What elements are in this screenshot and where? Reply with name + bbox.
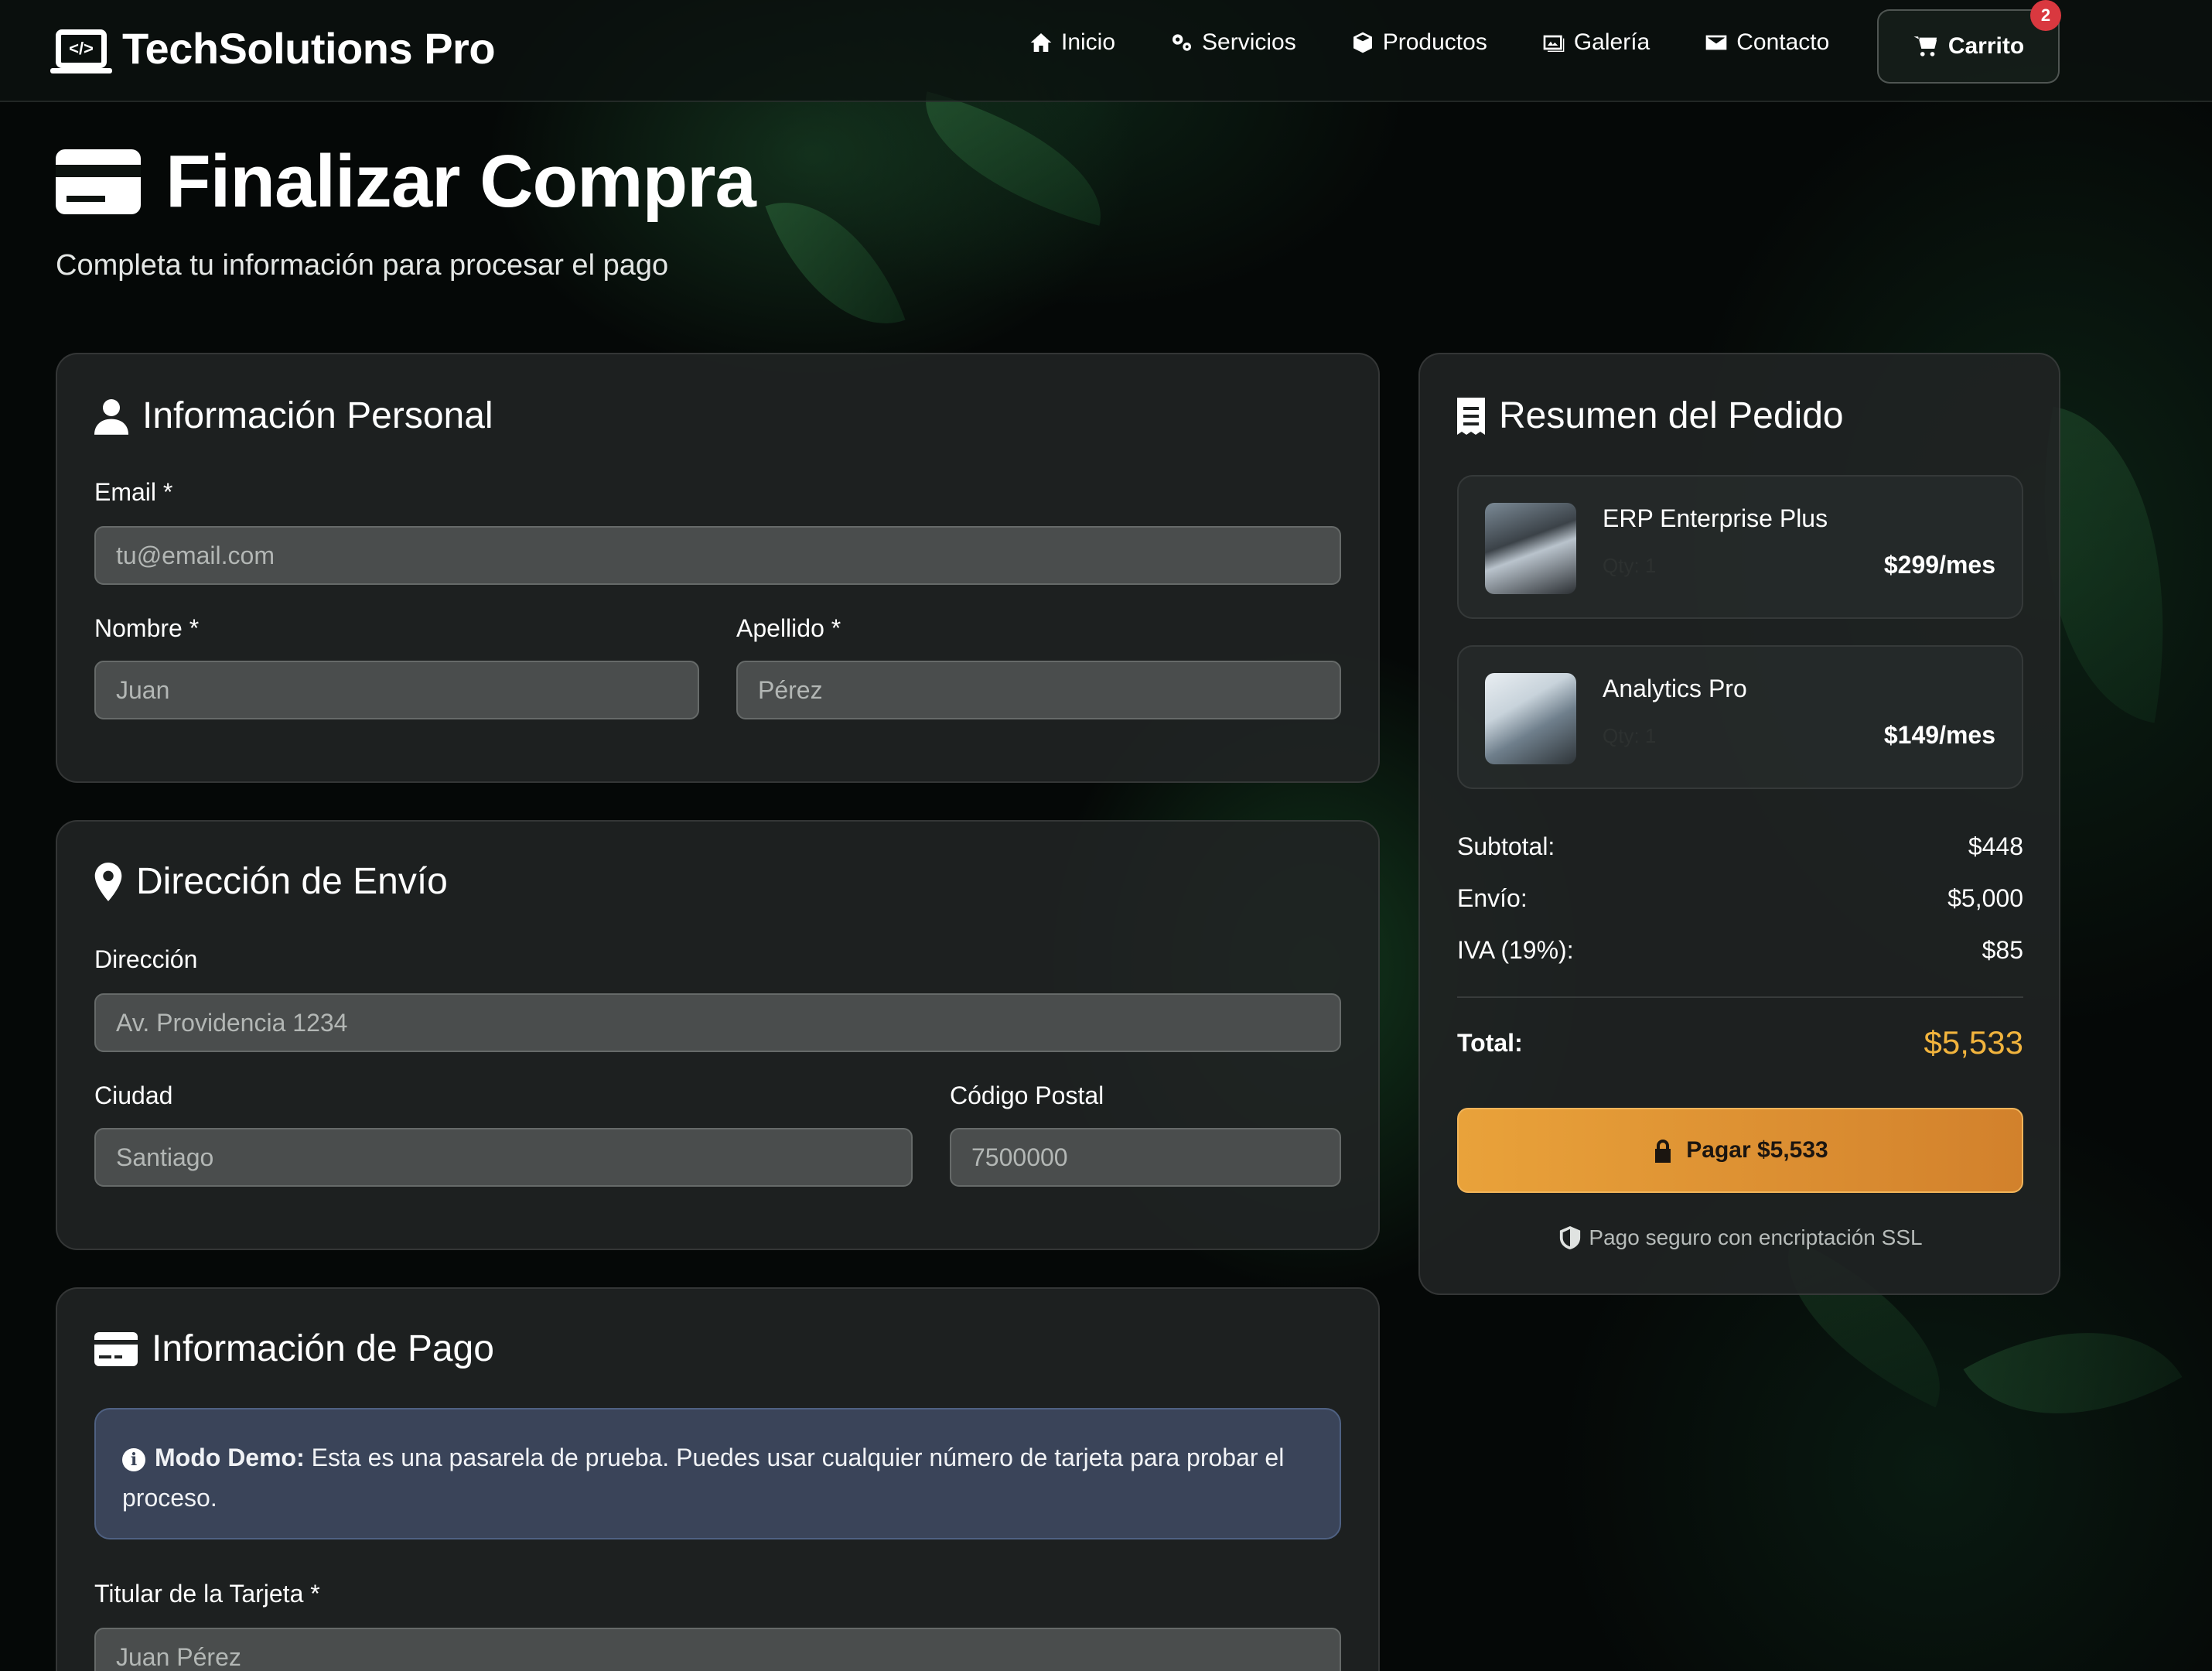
last-name-label: Apellido * [736, 614, 841, 642]
pay-button[interactable]: Pagar $5,533 [1457, 1108, 2023, 1193]
brand-link[interactable]: </> TechSolutions Pro [50, 23, 496, 73]
nav-link-galeria[interactable]: Galería [1541, 29, 1650, 56]
alert-strong: Modo Demo: [155, 1444, 305, 1471]
item-qty: Qty: 1 [1603, 724, 1657, 747]
info-icon: i [122, 1447, 145, 1471]
subtotal-label: Subtotal: [1457, 832, 1555, 860]
subtotal-value: $448 [1968, 832, 2023, 860]
total-label: Total: [1457, 1028, 1523, 1057]
credit-card-icon [94, 1331, 138, 1366]
total-value: $5,533 [1924, 1024, 2023, 1061]
address-label: Dirección [94, 945, 198, 973]
panel-title-text: Resumen del Pedido [1499, 395, 1844, 436]
item-qty: Qty: 1 [1603, 554, 1657, 577]
product-thumbnail [1485, 503, 1576, 594]
cart-label: Carrito [1947, 33, 2025, 59]
nav-links: Inicio Servicios Productos Galería Conta… [1029, 29, 1829, 56]
payment-panel: Información de Pago i Modo Demo: Esta es … [56, 1287, 1380, 1671]
secure-text: Pago seguro con encriptación SSL [1589, 1225, 1923, 1249]
first-name-input[interactable]: Juan [94, 661, 699, 719]
tax-value: $85 [1982, 936, 2023, 964]
zip-input[interactable]: 7500000 [950, 1128, 1341, 1187]
panel-title-text: Dirección de Envío [136, 861, 448, 902]
checkout-page: </> TechSolutions Pro Inicio Servicios P… [0, 0, 2212, 1671]
box-icon [1353, 32, 1372, 53]
page-header: Finalizar Compra [56, 139, 756, 224]
shipping-label: Envío: [1457, 884, 1528, 912]
demo-mode-alert: i Modo Demo: Esta es una pasarela de prue… [94, 1408, 1341, 1539]
shipping-value: $5,000 [1947, 884, 2023, 912]
item-price: $149/mes [1883, 721, 1995, 749]
shipping-row: Envío: $5,000 [1457, 884, 2023, 913]
user-icon [94, 398, 128, 435]
page-subtitle: Completa tu información para procesar el… [56, 249, 669, 282]
order-summary-panel: Resumen del Pedido ERP Enterprise Plus Q… [1418, 353, 2060, 1295]
panel-title: Resumen del Pedido [1457, 395, 1844, 437]
tax-row: IVA (19%): $85 [1457, 936, 2023, 965]
panel-title: Información de Pago [94, 1328, 494, 1370]
cart-count-badge: 2 [2030, 0, 2061, 31]
address-input[interactable]: Av. Providencia 1234 [94, 993, 1341, 1052]
cart-button[interactable]: Carrito 2 [1877, 0, 2061, 84]
shield-icon [1560, 1226, 1581, 1249]
secure-payment-note: Pago seguro con encriptación SSL [1420, 1225, 2062, 1250]
nav-link-label: Inicio [1061, 29, 1116, 55]
map-marker-icon [94, 862, 122, 901]
pay-button-label: Pagar $5,533 [1686, 1137, 1828, 1163]
panel-title-text: Información Personal [142, 395, 493, 436]
nav-link-label: Galería [1573, 29, 1650, 55]
envelope-icon [1705, 35, 1727, 50]
first-name-label: Nombre * [94, 614, 200, 642]
item-name: ERP Enterprise Plus [1603, 504, 1828, 532]
cart-item: ERP Enterprise Plus Qty: 1 $299/mes [1457, 475, 2023, 619]
credit-card-icon [56, 149, 141, 214]
images-icon [1543, 35, 1565, 52]
shipping-panel: Dirección de Envío Dirección Av. Provide… [56, 820, 1380, 1250]
email-label: Email * [94, 478, 173, 506]
home-icon [1030, 33, 1052, 52]
lock-icon [1655, 1140, 1671, 1163]
card-holder-label: Titular de la Tarjeta * [94, 1580, 320, 1608]
subtotal-row: Subtotal: $448 [1457, 832, 2023, 861]
product-thumbnail [1485, 673, 1576, 764]
page-title: Finalizar Compra [166, 140, 756, 223]
laptop-code-icon: </> [50, 29, 112, 73]
tax-label: IVA (19%): [1457, 936, 1574, 964]
nav-link-productos[interactable]: Productos [1350, 29, 1487, 56]
receipt-icon [1457, 397, 1485, 435]
zip-label: Código Postal [950, 1082, 1104, 1109]
panel-title: Información Personal [94, 395, 493, 437]
nav-link-label: Contacto [1736, 29, 1830, 55]
city-label: Ciudad [94, 1082, 173, 1109]
panel-title-text: Información de Pago [152, 1328, 494, 1369]
gears-icon [1173, 34, 1192, 51]
cart-item: Analytics Pro Qty: 1 $149/mes [1457, 645, 2023, 789]
city-input[interactable]: Santiago [94, 1128, 913, 1187]
brand-name: TechSolutions Pro [122, 24, 496, 73]
nav-link-label: Productos [1382, 29, 1487, 55]
nav-link-servicios[interactable]: Servicios [1169, 29, 1296, 56]
card-holder-input[interactable]: Juan Pérez [94, 1628, 1341, 1671]
total-row: Total: $5,533 [1457, 1024, 2023, 1061]
email-input[interactable]: tu@email.com [94, 526, 1341, 585]
panel-title: Dirección de Envío [94, 860, 448, 903]
summary-divider [1457, 996, 2023, 998]
cart-icon [1913, 36, 1937, 56]
nav-link-label: Servicios [1202, 29, 1296, 55]
nav-link-contacto[interactable]: Contacto [1704, 29, 1829, 56]
last-name-input[interactable]: Pérez [736, 661, 1341, 719]
item-price: $299/mes [1883, 551, 1995, 579]
personal-info-panel: Información Personal Email * tu@email.co… [56, 353, 1380, 783]
item-name: Analytics Pro [1603, 675, 1747, 702]
top-navbar: </> TechSolutions Pro Inicio Servicios P… [0, 0, 2212, 102]
nav-link-inicio[interactable]: Inicio [1029, 29, 1115, 56]
